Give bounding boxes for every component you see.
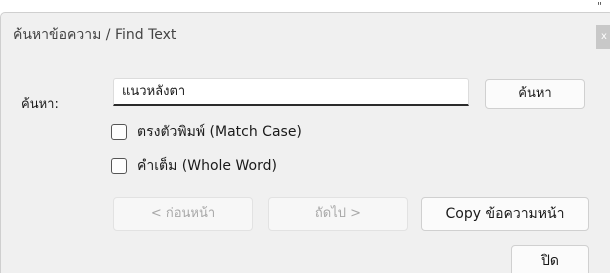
match-case-checkbox[interactable] bbox=[111, 124, 127, 140]
whole-word-checkbox[interactable] bbox=[111, 158, 127, 174]
whole-word-option[interactable]: คำเต็ม (Whole Word) bbox=[111, 155, 277, 177]
match-case-label: ตรงตัวพิมพ์ (Match Case) bbox=[137, 124, 302, 140]
dialog-title: ค้นหาข้อความ / Find Text bbox=[13, 27, 177, 43]
previous-button[interactable]: < ก่อนหน้า bbox=[113, 197, 253, 231]
close-icon[interactable]: x bbox=[596, 25, 610, 49]
next-button[interactable]: ถัดไป > bbox=[268, 197, 408, 231]
search-label: ค้นหา: bbox=[21, 97, 59, 112]
dialog-titlebar: ค้นหาข้อความ / Find Text x bbox=[1, 13, 610, 57]
search-input[interactable]: แนวหลังตา bbox=[113, 78, 469, 106]
find-text-dialog: ค้นหาข้อความ / Find Text x ค้นหา: แนวหลั… bbox=[0, 12, 610, 273]
screen: " ค้นหาข้อความ / Find Text x ค้นหา: แนวห… bbox=[0, 0, 610, 273]
copy-page-text-button[interactable]: Copy ข้อความหน้า bbox=[421, 197, 589, 231]
close-button[interactable]: ปิด bbox=[511, 245, 589, 273]
match-case-option[interactable]: ตรงตัวพิมพ์ (Match Case) bbox=[111, 121, 302, 143]
search-button[interactable]: ค้นหา bbox=[485, 79, 585, 109]
whole-word-label: คำเต็ม (Whole Word) bbox=[137, 158, 277, 174]
